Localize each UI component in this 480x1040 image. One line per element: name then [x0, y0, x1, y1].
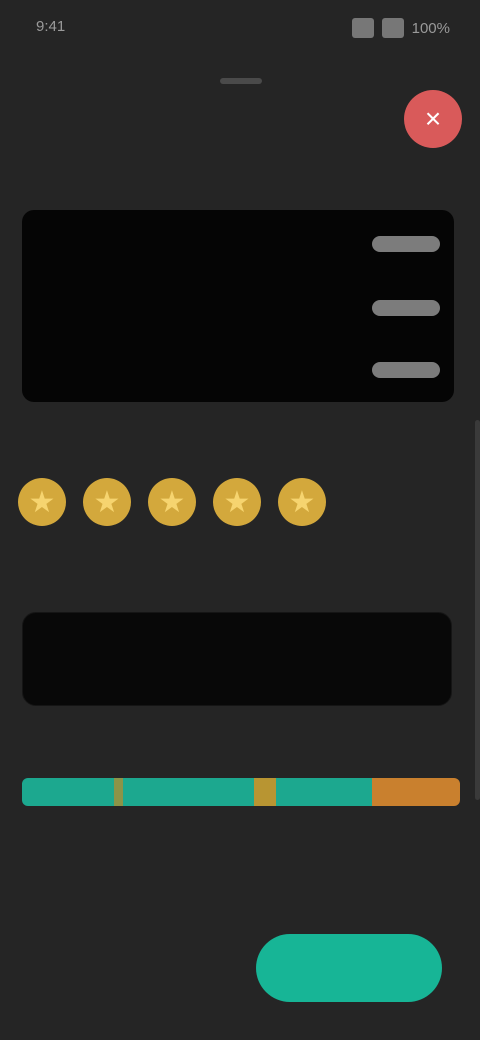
- breakdown-segment-4: [254, 778, 276, 806]
- star-icon: ★: [28, 485, 56, 519]
- row-value-pill[interactable]: [372, 300, 440, 316]
- details-row: [40, 350, 440, 390]
- battery-level: 100%: [411, 19, 450, 37]
- submit-button[interactable]: [256, 934, 442, 1002]
- details-row: [40, 224, 440, 264]
- star-icon: ★: [288, 485, 316, 519]
- close-button[interactable]: ×: [404, 90, 462, 148]
- status-right: 100%: [351, 18, 450, 38]
- star-2[interactable]: ★: [83, 478, 131, 526]
- star-1[interactable]: ★: [18, 478, 66, 526]
- breakdown-segment-6: [372, 778, 460, 806]
- details-row: [40, 288, 440, 328]
- star-icon: ★: [158, 485, 186, 519]
- breakdown-bar: [22, 778, 460, 806]
- status-left: 9:41: [36, 18, 65, 35]
- details-card: [22, 210, 454, 402]
- star-3[interactable]: ★: [148, 478, 196, 526]
- star-5[interactable]: ★: [278, 478, 326, 526]
- signal-icon: [351, 18, 374, 38]
- breakdown-segment-2: [113, 778, 123, 806]
- star-rating[interactable]: ★ ★ ★ ★ ★: [18, 478, 326, 526]
- status-time: 9:41: [36, 18, 66, 35]
- wifi-icon: [381, 18, 404, 38]
- feedback-input[interactable]: [23, 613, 451, 705]
- sheet-drag-handle[interactable]: [220, 78, 262, 84]
- star-icon: ★: [93, 485, 121, 519]
- star-4[interactable]: ★: [213, 478, 261, 526]
- breakdown-segment-3: [122, 778, 255, 806]
- row-value-pill[interactable]: [372, 236, 440, 252]
- star-icon: ★: [223, 485, 251, 519]
- status-bar: 9:41 100%: [0, 0, 480, 56]
- breakdown-segment-1: [22, 778, 114, 806]
- breakdown-segment-5: [276, 778, 373, 806]
- close-icon: ×: [424, 103, 442, 134]
- feedback-box: [22, 612, 452, 706]
- scrollbar[interactable]: [475, 420, 480, 800]
- skip-button[interactable]: [80, 940, 190, 996]
- row-value-pill[interactable]: [372, 362, 440, 378]
